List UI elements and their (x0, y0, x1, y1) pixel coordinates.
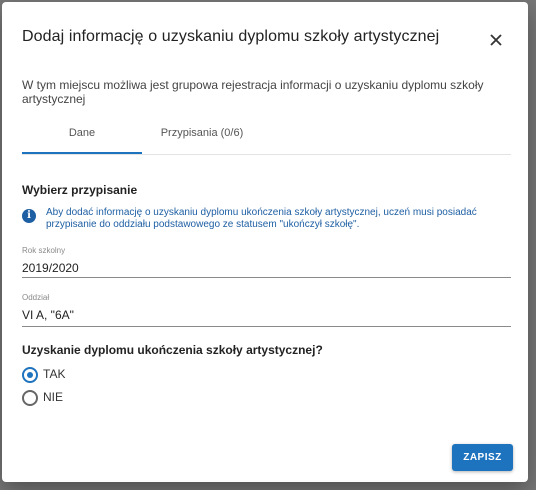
radio-tak-label: TAK (43, 367, 66, 381)
tab-dane[interactable]: Dane (22, 122, 142, 154)
radio-nie-control[interactable] (22, 390, 38, 406)
save-button[interactable]: ZAPISZ (452, 444, 513, 471)
radio-tak[interactable]: TAK (22, 366, 142, 384)
rok-szkolny-field[interactable]: Rok szkolny 2019/2020 (22, 246, 511, 278)
info-text: Aby dodać informację o uzyskaniu dyplomu… (46, 207, 477, 230)
tab-bar: Dane Przypisania (0/6) (22, 122, 511, 155)
diploma-question: Uzyskanie dyplomu ukończenia szkoły arty… (22, 343, 323, 357)
oddzial-value: VI A, "6A" (22, 308, 74, 322)
rok-szkolny-label: Rok szkolny (22, 246, 66, 255)
dialog-title: Dodaj informację o uzyskaniu dyplomu szk… (22, 28, 440, 45)
rok-szkolny-value: 2019/2020 (22, 261, 79, 275)
dialog: Dodaj informację o uzyskaniu dyplomu szk… (2, 2, 528, 482)
section-title: Wybierz przypisanie (22, 183, 138, 197)
info-icon: i (22, 209, 36, 223)
radio-nie[interactable]: NIE (22, 389, 142, 407)
radio-nie-label: NIE (43, 390, 64, 404)
oddzial-label: Oddział (22, 293, 50, 302)
dialog-description: W tym miejscu możliwa jest grupowa rejes… (22, 78, 484, 106)
oddzial-field[interactable]: Oddział VI A, "6A" (22, 293, 511, 327)
close-icon[interactable] (484, 28, 508, 52)
tab-przypisania[interactable]: Przypisania (0/6) (142, 122, 262, 152)
radio-tak-control[interactable] (22, 367, 38, 383)
